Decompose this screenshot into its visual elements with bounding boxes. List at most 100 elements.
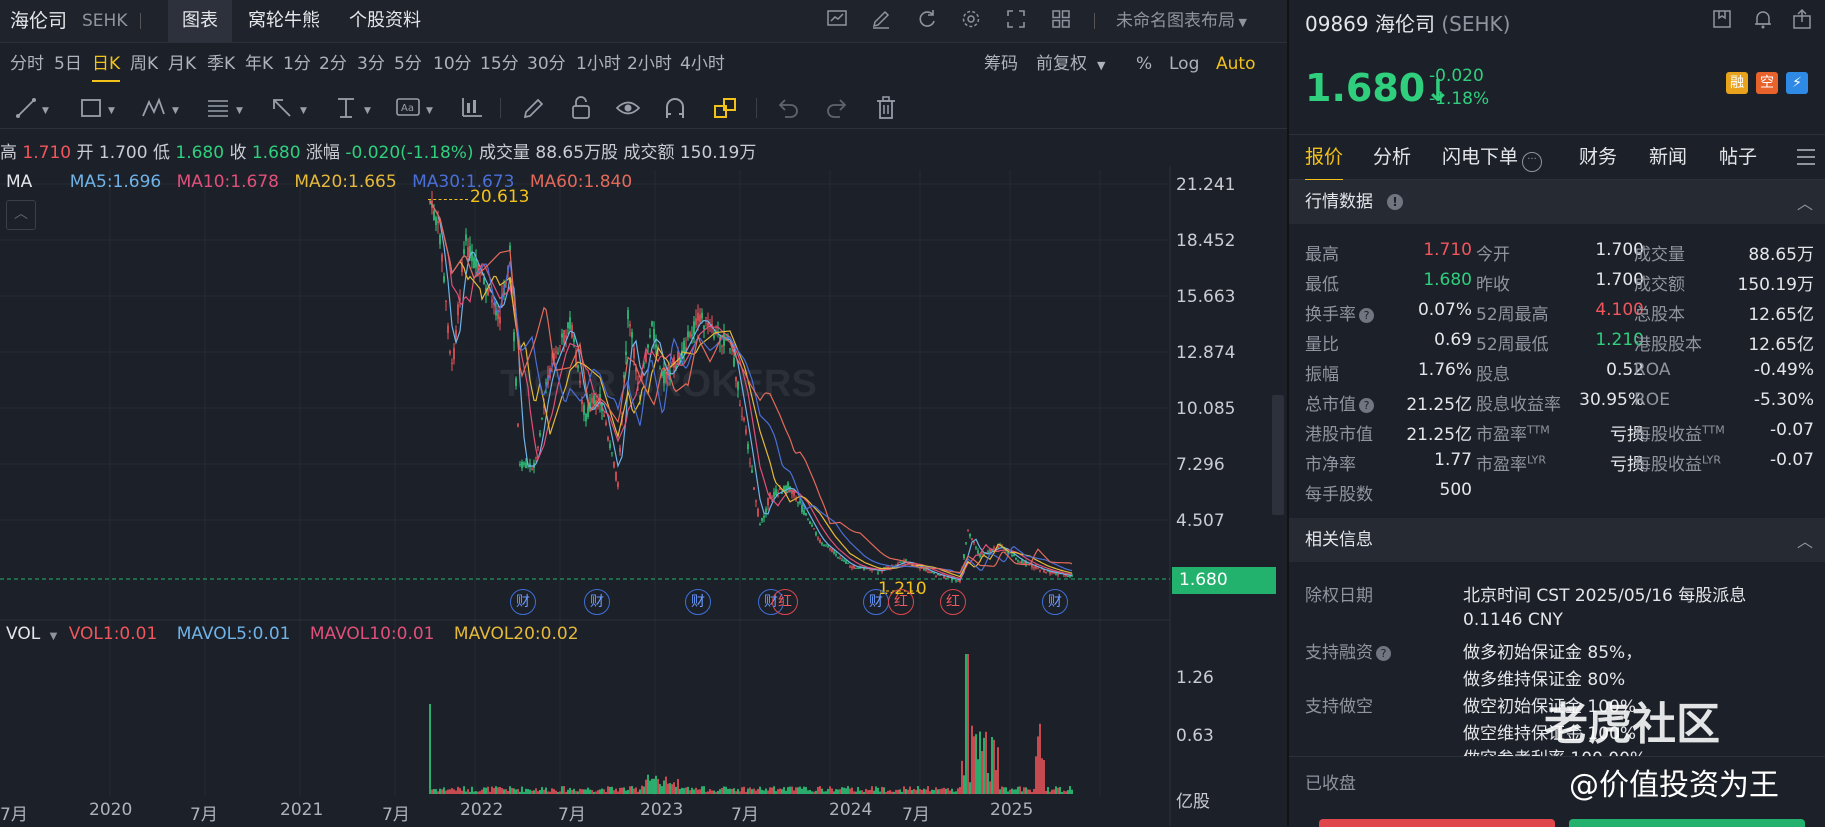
percent-toggle[interactable]: % [1136, 44, 1152, 84]
collapse-chevron-icon[interactable]: ︿ [1797, 528, 1813, 552]
earnings-marker[interactable]: 财 [685, 589, 711, 615]
candle-body [691, 334, 693, 336]
period-11[interactable]: 10分 [433, 44, 472, 84]
chart-style-icon[interactable] [824, 8, 850, 34]
candle-body [761, 518, 763, 521]
period-14[interactable]: 1小时 [576, 44, 621, 84]
text-tool-icon[interactable]: ▼ [332, 94, 376, 122]
market-field-label: 成交额 [1634, 275, 1685, 295]
help-icon[interactable]: ? [1376, 646, 1391, 661]
candle-body [447, 325, 449, 333]
period-4[interactable]: 月K [168, 44, 196, 84]
tab-news[interactable]: 新闻 [1649, 135, 1687, 179]
help-icon[interactable]: ? [1359, 308, 1374, 323]
earnings-marker[interactable]: 财 [510, 589, 536, 615]
arrow-tool-icon[interactable]: ▼ [268, 94, 312, 122]
trash-icon[interactable] [872, 94, 900, 122]
tab-warrants[interactable]: 窝轮牛熊 [248, 0, 320, 42]
bookmark-icon[interactable] [1711, 8, 1733, 35]
eye-icon[interactable] [614, 94, 642, 122]
volume-bar [951, 788, 953, 794]
fibonacci-tool-icon[interactable]: ▼ [204, 94, 248, 122]
tab-posts[interactable]: 帖子 [1719, 135, 1757, 179]
info-icon[interactable]: ! [1387, 194, 1403, 210]
period-2[interactable]: 日K [92, 44, 121, 84]
auto-toggle[interactable]: Auto [1216, 44, 1255, 84]
volume-bar [955, 791, 957, 794]
menu-icon[interactable] [1795, 147, 1817, 172]
volume-bar [711, 790, 713, 794]
refresh-icon[interactable] [914, 8, 940, 34]
link-shapes-icon[interactable] [711, 94, 739, 122]
pencil-icon[interactable] [520, 94, 548, 122]
bar-pattern-tool-icon[interactable] [458, 94, 486, 122]
redo-icon[interactable] [823, 94, 851, 122]
period-12[interactable]: 15分 [480, 44, 519, 84]
tab-quote[interactable]: 报价 [1305, 135, 1344, 181]
magnet-icon[interactable] [661, 94, 689, 122]
settings-gear-icon[interactable] [958, 8, 984, 34]
earnings-marker[interactable]: 财 [1042, 589, 1068, 615]
related-info-header[interactable]: 相关信息 ︿ [1289, 518, 1825, 562]
candle-body [563, 330, 565, 343]
volume-bar [985, 731, 987, 794]
period-16[interactable]: 4小时 [680, 44, 725, 84]
tab-chart[interactable]: 图表 [168, 0, 232, 42]
log-toggle[interactable]: Log [1169, 44, 1199, 84]
draw-icon[interactable] [868, 8, 894, 34]
kline-chart[interactable]: TIGER BROKERS [0, 166, 1287, 826]
fullscreen-icon[interactable] [1003, 8, 1029, 34]
label-tool-icon[interactable]: Aa ▼ [394, 94, 438, 122]
dividend-marker[interactable]: 红 [772, 589, 798, 615]
panel-resize-handle[interactable] [1272, 395, 1284, 515]
period-10[interactable]: 5分 [394, 44, 422, 84]
period-6[interactable]: 年K [245, 44, 273, 84]
earnings-marker[interactable]: 财 [863, 589, 889, 615]
undo-icon[interactable] [774, 94, 802, 122]
dividend-marker[interactable]: 红 [940, 589, 966, 615]
candle-body [453, 347, 455, 360]
period-1[interactable]: 5日 [54, 44, 82, 84]
volume-bar [645, 779, 647, 794]
candle-body [653, 328, 655, 340]
volume-bar [993, 739, 995, 794]
layout-select[interactable]: 未命名图表布局 ▼ [1116, 0, 1247, 44]
wave-tool-icon[interactable]: ▼ [140, 94, 184, 122]
trendline-tool-icon[interactable]: ▼ [14, 94, 52, 122]
margin-line2: 做多维持保证金 80% [1463, 670, 1626, 690]
rectangle-tool-icon[interactable]: ▼ [78, 94, 120, 122]
market-data-header[interactable]: 行情数据 ! ︿ [1289, 180, 1825, 224]
layout-grid-icon[interactable] [1048, 8, 1074, 34]
candle-body [939, 574, 941, 576]
unlock-icon[interactable] [567, 94, 595, 122]
collapse-chevron-icon[interactable]: ︿ [6, 200, 36, 230]
tab-analysis[interactable]: 分析 [1373, 135, 1411, 179]
period-7[interactable]: 1分 [283, 44, 311, 84]
tab-profile[interactable]: 个股资料 [349, 0, 421, 42]
volume-bar [909, 786, 911, 794]
tab-quick-order[interactable]: 闪电下单 ··· [1442, 135, 1543, 179]
adjust-select[interactable]: 前复权 ▼ [1036, 44, 1105, 84]
tab-financials[interactable]: 财务 [1579, 135, 1617, 179]
volume-bar [483, 787, 485, 794]
help-icon[interactable]: ? [1359, 398, 1374, 413]
chips-toggle[interactable]: 筹码 [984, 44, 1018, 84]
share-icon[interactable] [1791, 8, 1813, 35]
period-0[interactable]: 分时 [10, 44, 44, 84]
candle-body [593, 395, 595, 404]
dividend-marker[interactable]: 红 [888, 589, 914, 615]
bell-icon[interactable] [1752, 8, 1774, 35]
earnings-marker[interactable]: 财 [584, 589, 610, 615]
vol-legend[interactable]: VOL ▼ VOL1:0.01 MAVOL5:0.01 MAVOL10:0.01… [6, 624, 579, 644]
period-5[interactable]: 季K [207, 44, 235, 84]
collapse-chevron-icon[interactable]: ︿ [1797, 190, 1813, 214]
period-15[interactable]: 2小时 [627, 44, 672, 84]
period-9[interactable]: 3分 [357, 44, 385, 84]
ma-legend[interactable]: MA MA5:1.696 MA10:1.678 MA20:1.665 MA30:… [6, 172, 632, 192]
candle-body [1023, 562, 1025, 565]
volume-bar [1001, 786, 1003, 794]
period-8[interactable]: 2分 [319, 44, 347, 84]
period-13[interactable]: 30分 [527, 44, 566, 84]
period-3[interactable]: 周K [130, 44, 158, 84]
volume-bar [783, 787, 785, 794]
